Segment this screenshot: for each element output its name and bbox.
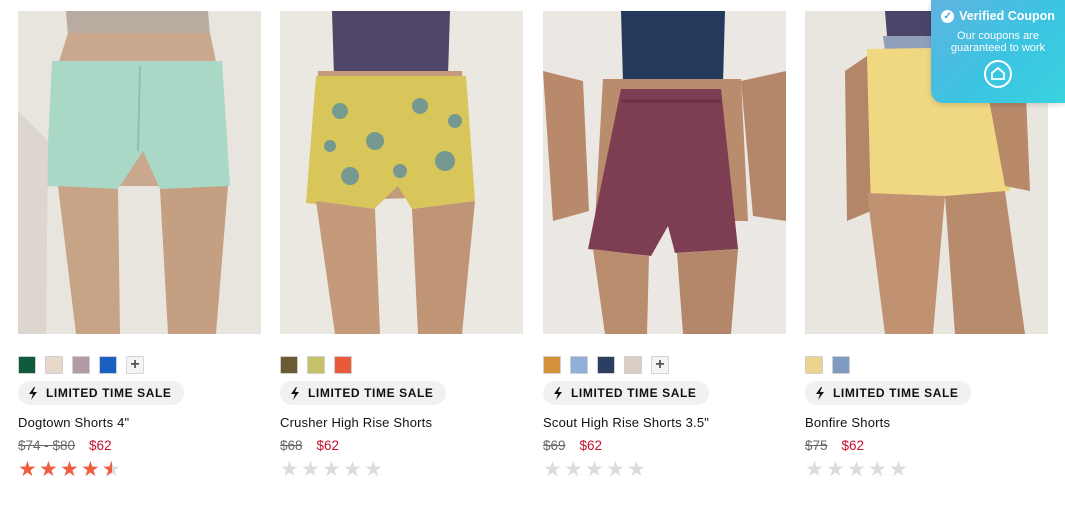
product-name[interactable]: Scout High Rise Shorts 3.5" — [543, 415, 709, 430]
swatch-green[interactable] — [18, 356, 36, 374]
color-swatches — [280, 356, 352, 376]
coupon-line-1: Our coupons are — [957, 30, 1039, 42]
more-colors-button[interactable]: + — [651, 356, 669, 374]
badge-label: LIMITED TIME SALE — [46, 386, 172, 400]
swatch-print-yellow[interactable] — [307, 356, 325, 374]
swatch-mauve[interactable] — [72, 356, 90, 374]
product-image[interactable] — [280, 11, 523, 334]
sale-price: $62 — [316, 438, 340, 453]
rating-stars: ★ ★ ★ ★ ★ ★ — [18, 459, 122, 481]
color-swatches: + — [18, 356, 144, 376]
star-icon: ★ — [280, 458, 299, 481]
product-card[interactable]: + LIMITED TIME SALE Scout High Rise Shor… — [543, 11, 786, 481]
star-icon: ★ ★ — [102, 458, 121, 481]
star-icon: ★ — [868, 458, 887, 481]
sale-badge: LIMITED TIME SALE — [543, 381, 709, 405]
star-icon: ★ — [805, 458, 824, 481]
product-name[interactable]: Bonfire Shorts — [805, 415, 890, 430]
swatch-cream[interactable] — [45, 356, 63, 374]
star-icon: ★ — [343, 458, 362, 481]
sale-badge: LIMITED TIME SALE — [280, 381, 446, 405]
swatch-navy[interactable] — [597, 356, 615, 374]
star-icon: ★ — [543, 458, 562, 481]
color-swatches — [805, 356, 850, 376]
lightning-icon — [554, 386, 562, 400]
product-image[interactable] — [543, 11, 786, 334]
price-row: $75 $62 — [805, 438, 864, 453]
rating-stars: ★ ★ ★ ★ ★ — [543, 459, 647, 481]
star-icon: ★ — [322, 458, 341, 481]
product-card[interactable]: LIMITED TIME SALE Crusher High Rise Shor… — [280, 11, 523, 481]
star-icon: ★ — [627, 458, 646, 481]
verified-coupon-widget[interactable]: ✓ Verified Coupon Our coupons are guaran… — [931, 0, 1065, 103]
star-icon: ★ — [564, 458, 583, 481]
swatch-denim[interactable] — [832, 356, 850, 374]
star-icon: ★ — [364, 458, 383, 481]
badge-label: LIMITED TIME SALE — [571, 386, 697, 400]
lightning-icon — [29, 386, 37, 400]
swatch-yellow[interactable] — [805, 356, 823, 374]
sale-badge: LIMITED TIME SALE — [18, 381, 184, 405]
color-swatches: + — [543, 356, 669, 376]
badge-label: LIMITED TIME SALE — [308, 386, 434, 400]
rating-stars: ★ ★ ★ ★ ★ — [280, 459, 384, 481]
rating-stars: ★ ★ ★ ★ ★ — [805, 459, 909, 481]
original-price: $68 — [280, 438, 303, 453]
original-price: $75 — [805, 438, 828, 453]
star-icon: ★ — [606, 458, 625, 481]
swatch-mustard[interactable] — [543, 356, 561, 374]
badge-label: LIMITED TIME SALE — [833, 386, 959, 400]
product-name[interactable]: Crusher High Rise Shorts — [280, 415, 432, 430]
original-price: $69 — [543, 438, 566, 453]
star-icon: ★ — [60, 458, 79, 481]
star-icon: ★ — [847, 458, 866, 481]
price-row: $68 $62 — [280, 438, 339, 453]
product-image[interactable] — [18, 11, 261, 334]
product-name[interactable]: Dogtown Shorts 4" — [18, 415, 129, 430]
swatch-sand[interactable] — [624, 356, 642, 374]
lightning-icon — [816, 386, 824, 400]
product-grid: + LIMITED TIME SALE Dogtown Shorts 4" $7… — [0, 0, 1065, 509]
coupon-header: ✓ Verified Coupon — [931, 9, 1065, 23]
sale-price: $62 — [579, 438, 603, 453]
swatch-print-brown[interactable] — [280, 356, 298, 374]
swatch-light-blue[interactable] — [570, 356, 588, 374]
price-row: $69 $62 — [543, 438, 602, 453]
sale-price: $62 — [89, 438, 112, 453]
product-card[interactable]: + LIMITED TIME SALE Dogtown Shorts 4" $7… — [18, 11, 261, 481]
star-icon: ★ — [81, 458, 100, 481]
star-icon: ★ — [301, 458, 320, 481]
coupon-subtitle: Our coupons are guaranteed to work — [931, 30, 1065, 54]
lightning-icon — [291, 386, 299, 400]
coupon-logo-icon — [984, 60, 1012, 88]
price-row: $74 - $80 $62 — [18, 438, 112, 453]
more-colors-button[interactable]: + — [126, 356, 144, 374]
original-price: $74 - $80 — [18, 438, 76, 453]
star-icon: ★ — [889, 458, 908, 481]
swatch-blue[interactable] — [99, 356, 117, 374]
coupon-title: Verified Coupon — [959, 9, 1055, 23]
star-icon: ★ — [39, 458, 58, 481]
check-circle-icon: ✓ — [941, 9, 955, 23]
coupon-line-2: guaranteed to work — [950, 42, 1046, 54]
star-icon: ★ — [585, 458, 604, 481]
sale-price: $62 — [841, 438, 865, 453]
swatch-print-orange[interactable] — [334, 356, 352, 374]
sale-badge: LIMITED TIME SALE — [805, 381, 971, 405]
star-icon: ★ — [826, 458, 845, 481]
star-icon: ★ — [18, 458, 37, 481]
